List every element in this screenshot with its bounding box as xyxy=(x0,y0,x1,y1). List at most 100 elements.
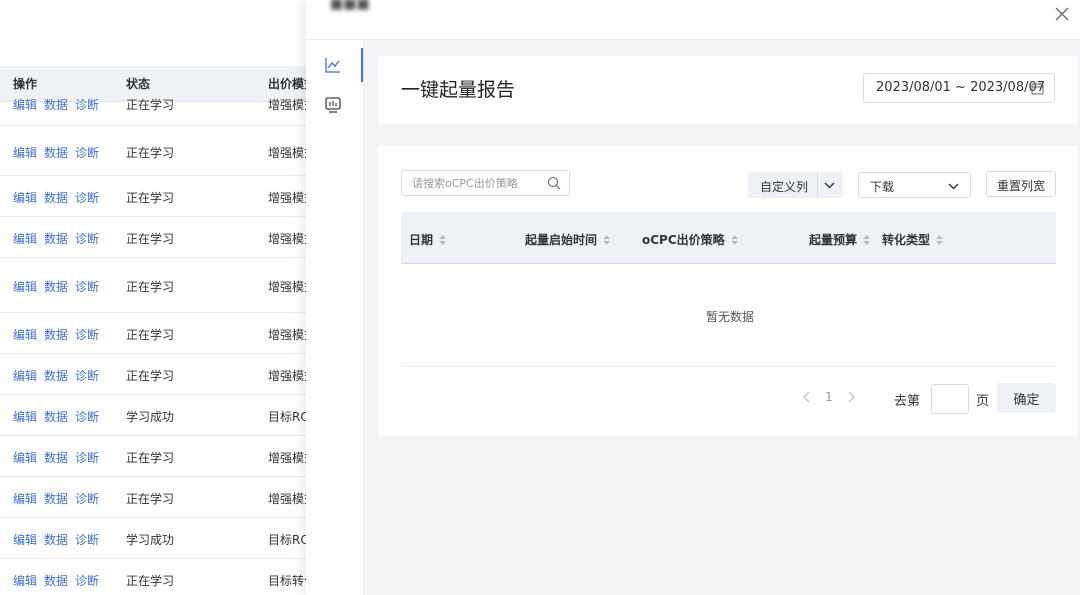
diagnose-link[interactable]: 诊断 xyxy=(75,492,99,506)
edit-link[interactable]: 编辑 xyxy=(13,146,37,160)
table-row: 编辑 数据 诊断 正在学习 增强模式 xyxy=(0,477,320,518)
row-status: 正在学习 xyxy=(126,232,175,246)
report-drawer: ■■■ 一键起量报告 2023/08/01 ~ 2023/08/07 自定义列 xyxy=(306,0,1080,595)
drawer-header: ■■■ xyxy=(306,0,1080,40)
goto-label: 去第 xyxy=(894,394,921,409)
row-actions: 编辑 数据 诊断 xyxy=(13,572,106,589)
data-link[interactable]: 数据 xyxy=(44,280,68,294)
edit-link[interactable]: 编辑 xyxy=(13,574,37,588)
download-select[interactable]: 下载 xyxy=(858,172,971,198)
search-icon[interactable] xyxy=(547,176,561,190)
reset-column-width-button[interactable]: 重置列宽 xyxy=(986,171,1056,197)
edit-link[interactable]: 编辑 xyxy=(13,533,37,547)
table-row: 编辑 数据 诊断 学习成功 目标ROI xyxy=(0,395,320,436)
goto-page-input[interactable] xyxy=(931,384,969,414)
custom-columns-button[interactable]: 自定义列 xyxy=(748,172,843,198)
report-table-card: 自定义列 下载 重置列宽 日期 起量启始时间 oCPC出价策略 起量预算 转化类… xyxy=(378,146,1078,436)
diagnose-link[interactable]: 诊断 xyxy=(75,369,99,383)
edit-link[interactable]: 编辑 xyxy=(13,410,37,424)
diagnose-link[interactable]: 诊断 xyxy=(75,280,99,294)
data-link[interactable]: 数据 xyxy=(44,146,68,160)
column-header-date[interactable]: 日期 xyxy=(409,231,447,248)
edit-link[interactable]: 编辑 xyxy=(13,492,37,506)
edit-link[interactable]: 编辑 xyxy=(13,369,37,383)
column-header-strategy[interactable]: oCPC出价策略 xyxy=(642,231,738,248)
diagnose-link[interactable]: 诊断 xyxy=(75,533,99,547)
data-link[interactable]: 数据 xyxy=(44,533,68,547)
sort-icon xyxy=(863,235,871,245)
chevron-down-icon xyxy=(948,183,959,190)
edit-link[interactable]: 编辑 xyxy=(13,451,37,465)
edit-link[interactable]: 编辑 xyxy=(13,232,37,246)
diagnose-link[interactable]: 诊断 xyxy=(75,232,99,246)
table-row: 编辑 数据 诊断 正在学习 增强模式 xyxy=(0,313,320,354)
table-row: 编辑 数据 诊断 正在学习 增强模式 xyxy=(0,217,320,258)
diagnose-link[interactable]: 诊断 xyxy=(75,146,99,160)
table-row: 编辑 数据 诊断 正在学习 目标转化 xyxy=(0,559,320,595)
chevron-left-icon[interactable] xyxy=(802,390,812,404)
sort-icon xyxy=(730,235,738,245)
close-icon[interactable] xyxy=(1054,6,1070,22)
sort-icon xyxy=(936,235,944,245)
row-actions: 编辑 数据 诊断 xyxy=(13,367,106,384)
strategy-search[interactable] xyxy=(401,170,570,196)
data-link[interactable]: 数据 xyxy=(44,232,68,246)
column-header-budget[interactable]: 起量预算 xyxy=(809,231,871,248)
row-status: 正在学习 xyxy=(126,328,175,342)
monitor-report-icon[interactable] xyxy=(324,96,346,118)
date-range-picker[interactable]: 2023/08/01 ~ 2023/08/07 xyxy=(863,73,1055,103)
table-row: 编辑 数据 诊断 正在学习 增强模式 xyxy=(0,98,320,126)
diagnose-link[interactable]: 诊断 xyxy=(75,328,99,342)
page-number[interactable]: 1 xyxy=(825,390,833,404)
data-link[interactable]: 数据 xyxy=(44,369,68,383)
diagnose-link[interactable]: 诊断 xyxy=(75,98,99,112)
empty-text: 暂无数据 xyxy=(706,310,755,324)
data-link[interactable]: 数据 xyxy=(44,191,68,205)
edit-link[interactable]: 编辑 xyxy=(13,98,37,112)
row-status: 正在学习 xyxy=(126,98,175,112)
chart-line-icon[interactable] xyxy=(324,56,346,78)
column-header-start-time[interactable]: 起量启始时间 xyxy=(525,231,611,248)
table-row: 编辑 数据 诊断 正在学习 增强模式 xyxy=(0,354,320,395)
chevron-right-icon[interactable] xyxy=(846,390,856,404)
row-status: 正在学习 xyxy=(126,451,175,465)
diagnose-link[interactable]: 诊断 xyxy=(75,451,99,465)
strategy-search-input[interactable] xyxy=(412,175,542,192)
table-row: 编辑 数据 诊断 正在学习 增强模式 xyxy=(0,258,320,313)
edit-link[interactable]: 编辑 xyxy=(13,191,37,205)
drawer-title: ■■■ xyxy=(330,0,370,12)
row-actions: 编辑 数据 诊断 xyxy=(13,189,106,206)
empty-state: 暂无数据 xyxy=(401,264,1056,367)
column-header-conversion-type[interactable]: 转化类型 xyxy=(882,231,944,248)
table-row: 编辑 数据 诊断 正在学习 增强模式 xyxy=(0,126,320,176)
row-actions: 编辑 数据 诊断 xyxy=(13,531,106,548)
row-actions: 编辑 数据 诊断 xyxy=(13,96,106,113)
row-status: 正在学习 xyxy=(126,280,175,294)
row-actions: 编辑 数据 诊断 xyxy=(13,326,106,343)
data-link[interactable]: 数据 xyxy=(44,98,68,112)
data-link[interactable]: 数据 xyxy=(44,492,68,506)
custom-columns-label: 自定义列 xyxy=(760,180,809,194)
table-row: 编辑 数据 诊断 学习成功 目标ROI xyxy=(0,518,320,559)
edit-link[interactable]: 编辑 xyxy=(13,280,37,294)
diagnose-link[interactable]: 诊断 xyxy=(75,574,99,588)
report-header-card: 一键起量报告 2023/08/01 ~ 2023/08/07 xyxy=(378,56,1078,124)
data-link[interactable]: 数据 xyxy=(44,451,68,465)
data-link[interactable]: 数据 xyxy=(44,328,68,342)
chevron-down-icon[interactable] xyxy=(823,179,836,191)
edit-link[interactable]: 编辑 xyxy=(13,328,37,342)
row-status: 正在学习 xyxy=(126,191,175,205)
row-status: 正在学习 xyxy=(126,146,175,160)
diagnose-link[interactable]: 诊断 xyxy=(75,191,99,205)
calendar-icon xyxy=(1031,83,1044,95)
row-status: 正在学习 xyxy=(126,492,175,506)
confirm-button[interactable]: 确定 xyxy=(997,383,1056,413)
row-actions: 编辑 数据 诊断 xyxy=(13,408,106,425)
table-row: 编辑 数据 诊断 正在学习 增强模式 xyxy=(0,176,320,217)
row-actions: 编辑 数据 诊断 xyxy=(13,230,106,247)
data-link[interactable]: 数据 xyxy=(44,574,68,588)
data-link[interactable]: 数据 xyxy=(44,410,68,424)
row-actions: 编辑 数据 诊断 xyxy=(13,490,106,507)
table-row: 编辑 数据 诊断 正在学习 增强模式 xyxy=(0,436,320,477)
diagnose-link[interactable]: 诊断 xyxy=(75,410,99,424)
